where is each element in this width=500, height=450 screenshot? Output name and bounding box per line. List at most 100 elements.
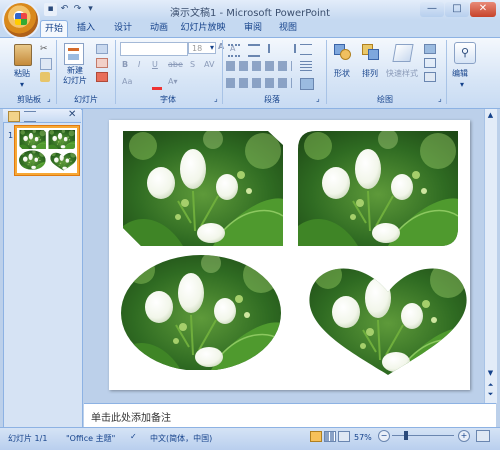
scroll-up-icon[interactable]: ▲ — [486, 111, 495, 120]
font-size-dropdown-icon[interactable]: ▾ — [210, 43, 214, 52]
group-divider — [56, 40, 57, 104]
slide-sorter-icon[interactable] — [324, 431, 336, 442]
paragraph-launcher-icon[interactable]: ⌟ — [316, 94, 320, 103]
find-binoculars-icon[interactable]: ⚲ — [454, 42, 476, 64]
italic-icon[interactable]: I — [138, 60, 140, 69]
paste-icon[interactable] — [14, 44, 32, 66]
clear-format-icon[interactable]: A▾ — [168, 77, 178, 86]
bullets-icon[interactable] — [228, 44, 240, 57]
alignment-icons[interactable] — [226, 61, 292, 71]
arrange-label[interactable]: 排列 — [362, 68, 378, 79]
underline-icon[interactable]: U — [152, 60, 158, 69]
new-slide-icon[interactable] — [64, 43, 84, 65]
drawing-group-label: 绘图 — [377, 95, 393, 104]
shadow-icon[interactable]: S — [190, 60, 195, 69]
align-text-icons[interactable] — [226, 78, 292, 88]
quick-styles-icon[interactable] — [392, 44, 414, 62]
quick-styles-label[interactable]: 快速样式 — [386, 68, 418, 79]
group-divider — [115, 40, 116, 104]
format-painter-icon[interactable] — [40, 72, 50, 82]
layout-icon[interactable] — [96, 44, 108, 54]
status-slide-info: 幻灯片 1/1 — [8, 434, 48, 443]
tab-slideshow[interactable]: 幻灯片放映 — [180, 20, 226, 36]
close-panel-icon[interactable]: ✕ — [68, 109, 76, 120]
tab-home[interactable]: 开始 — [40, 20, 68, 37]
office-button[interactable] — [4, 3, 38, 37]
save-icon[interactable]: ▪ — [44, 3, 57, 16]
char-spacing-icon[interactable]: AV — [204, 60, 214, 69]
tab-view[interactable]: 视图 — [276, 20, 300, 36]
font-family-select[interactable] — [120, 42, 188, 56]
normal-view-icon[interactable] — [310, 431, 322, 442]
paragraph-group-label: 段落 — [264, 95, 280, 104]
copy-icon[interactable] — [40, 58, 52, 70]
strikethrough-icon[interactable]: abe — [168, 60, 183, 69]
picture-rounded-corner[interactable] — [298, 129, 463, 246]
text-direction-icon[interactable] — [300, 61, 312, 71]
tab-animation[interactable]: 动画 — [146, 20, 172, 36]
increase-indent-icon[interactable] — [282, 44, 296, 53]
previous-slide-icon[interactable]: ⏶ — [486, 381, 495, 389]
scroll-down-icon[interactable]: ▼ — [486, 369, 495, 378]
slide-thumbnail-number: 1 — [8, 131, 14, 140]
zoom-out-icon[interactable]: − — [378, 430, 390, 442]
notes-pane[interactable]: 单击此处添加备注 — [84, 403, 496, 428]
slide-thumbnail[interactable] — [15, 126, 79, 175]
vertical-scrollbar[interactable]: ▲ ▼ ⏶ ⏷ — [484, 109, 497, 403]
font-launcher-icon[interactable]: ⌟ — [214, 94, 218, 103]
numbering-icon[interactable] — [248, 44, 260, 57]
minimize-button[interactable]: — — [420, 2, 444, 17]
cut-icon[interactable]: ✂ — [40, 44, 50, 54]
new-slide-label[interactable]: 新建 幻灯片 — [60, 66, 90, 86]
font-color-icon[interactable] — [152, 78, 162, 90]
tab-review[interactable]: 审阅 — [240, 20, 266, 36]
notes-placeholder: 单击此处添加备注 — [91, 413, 171, 424]
decrease-indent-icon[interactable] — [268, 44, 282, 53]
redo-icon[interactable]: ↷ — [71, 3, 84, 16]
next-slide-icon[interactable]: ⏷ — [486, 390, 495, 398]
group-divider — [446, 40, 447, 104]
status-language[interactable]: 中文(简体，中国) — [150, 433, 212, 444]
maximize-button[interactable]: □ — [445, 2, 469, 17]
arrange-icon[interactable] — [362, 44, 379, 60]
shapes-icon[interactable] — [334, 44, 351, 60]
tab-design[interactable]: 设计 — [110, 20, 136, 36]
zoom-slider-thumb[interactable] — [404, 431, 408, 440]
picture-oval[interactable] — [121, 253, 286, 371]
reset-icon[interactable] — [96, 58, 108, 68]
outline-tab-icon[interactable] — [24, 111, 36, 122]
close-button[interactable]: ✕ — [470, 2, 496, 17]
delete-slide-icon[interactable] — [96, 72, 108, 82]
zoom-slider-track[interactable] — [392, 435, 454, 436]
slides-tab-icon[interactable] — [8, 111, 20, 122]
group-divider — [222, 40, 223, 104]
zoom-level[interactable]: 57% — [354, 433, 372, 442]
shape-effects-icon[interactable] — [424, 72, 436, 82]
status-theme: "Office 主题" — [66, 434, 116, 443]
quick-access-dropdown-icon[interactable]: ▾ — [84, 3, 97, 16]
smartart-icon[interactable] — [300, 78, 314, 90]
shape-outline-icon[interactable] — [424, 58, 436, 68]
undo-icon[interactable]: ↶ — [58, 3, 71, 16]
picture-snipped-corner[interactable] — [123, 129, 288, 246]
slide-canvas[interactable] — [109, 120, 470, 390]
paste-dropdown-icon[interactable]: ▾ — [20, 80, 24, 89]
line-spacing-icon[interactable] — [300, 44, 312, 55]
shapes-label[interactable]: 形状 — [334, 68, 350, 79]
picture-heart[interactable] — [308, 258, 470, 375]
change-case-icon[interactable]: Aa — [122, 77, 132, 86]
editing-dropdown-icon[interactable]: ▾ — [460, 80, 464, 89]
slide-thumbnail-image — [18, 129, 77, 171]
drawing-launcher-icon[interactable]: ⌟ — [438, 94, 442, 103]
slideshow-icon[interactable] — [338, 431, 350, 442]
editing-label[interactable]: 编辑 — [452, 68, 468, 79]
fit-to-window-icon[interactable] — [476, 430, 490, 442]
tab-insert[interactable]: 插入 — [74, 20, 98, 36]
office-logo-icon — [15, 13, 27, 25]
zoom-in-icon[interactable]: + — [458, 430, 470, 442]
clipboard-launcher-icon[interactable]: ⌟ — [47, 94, 51, 103]
bold-icon[interactable]: B — [122, 60, 128, 69]
paste-label[interactable]: 粘贴 — [14, 68, 30, 79]
shape-fill-icon[interactable] — [424, 44, 436, 54]
spell-check-icon[interactable]: ✓ — [130, 432, 137, 441]
